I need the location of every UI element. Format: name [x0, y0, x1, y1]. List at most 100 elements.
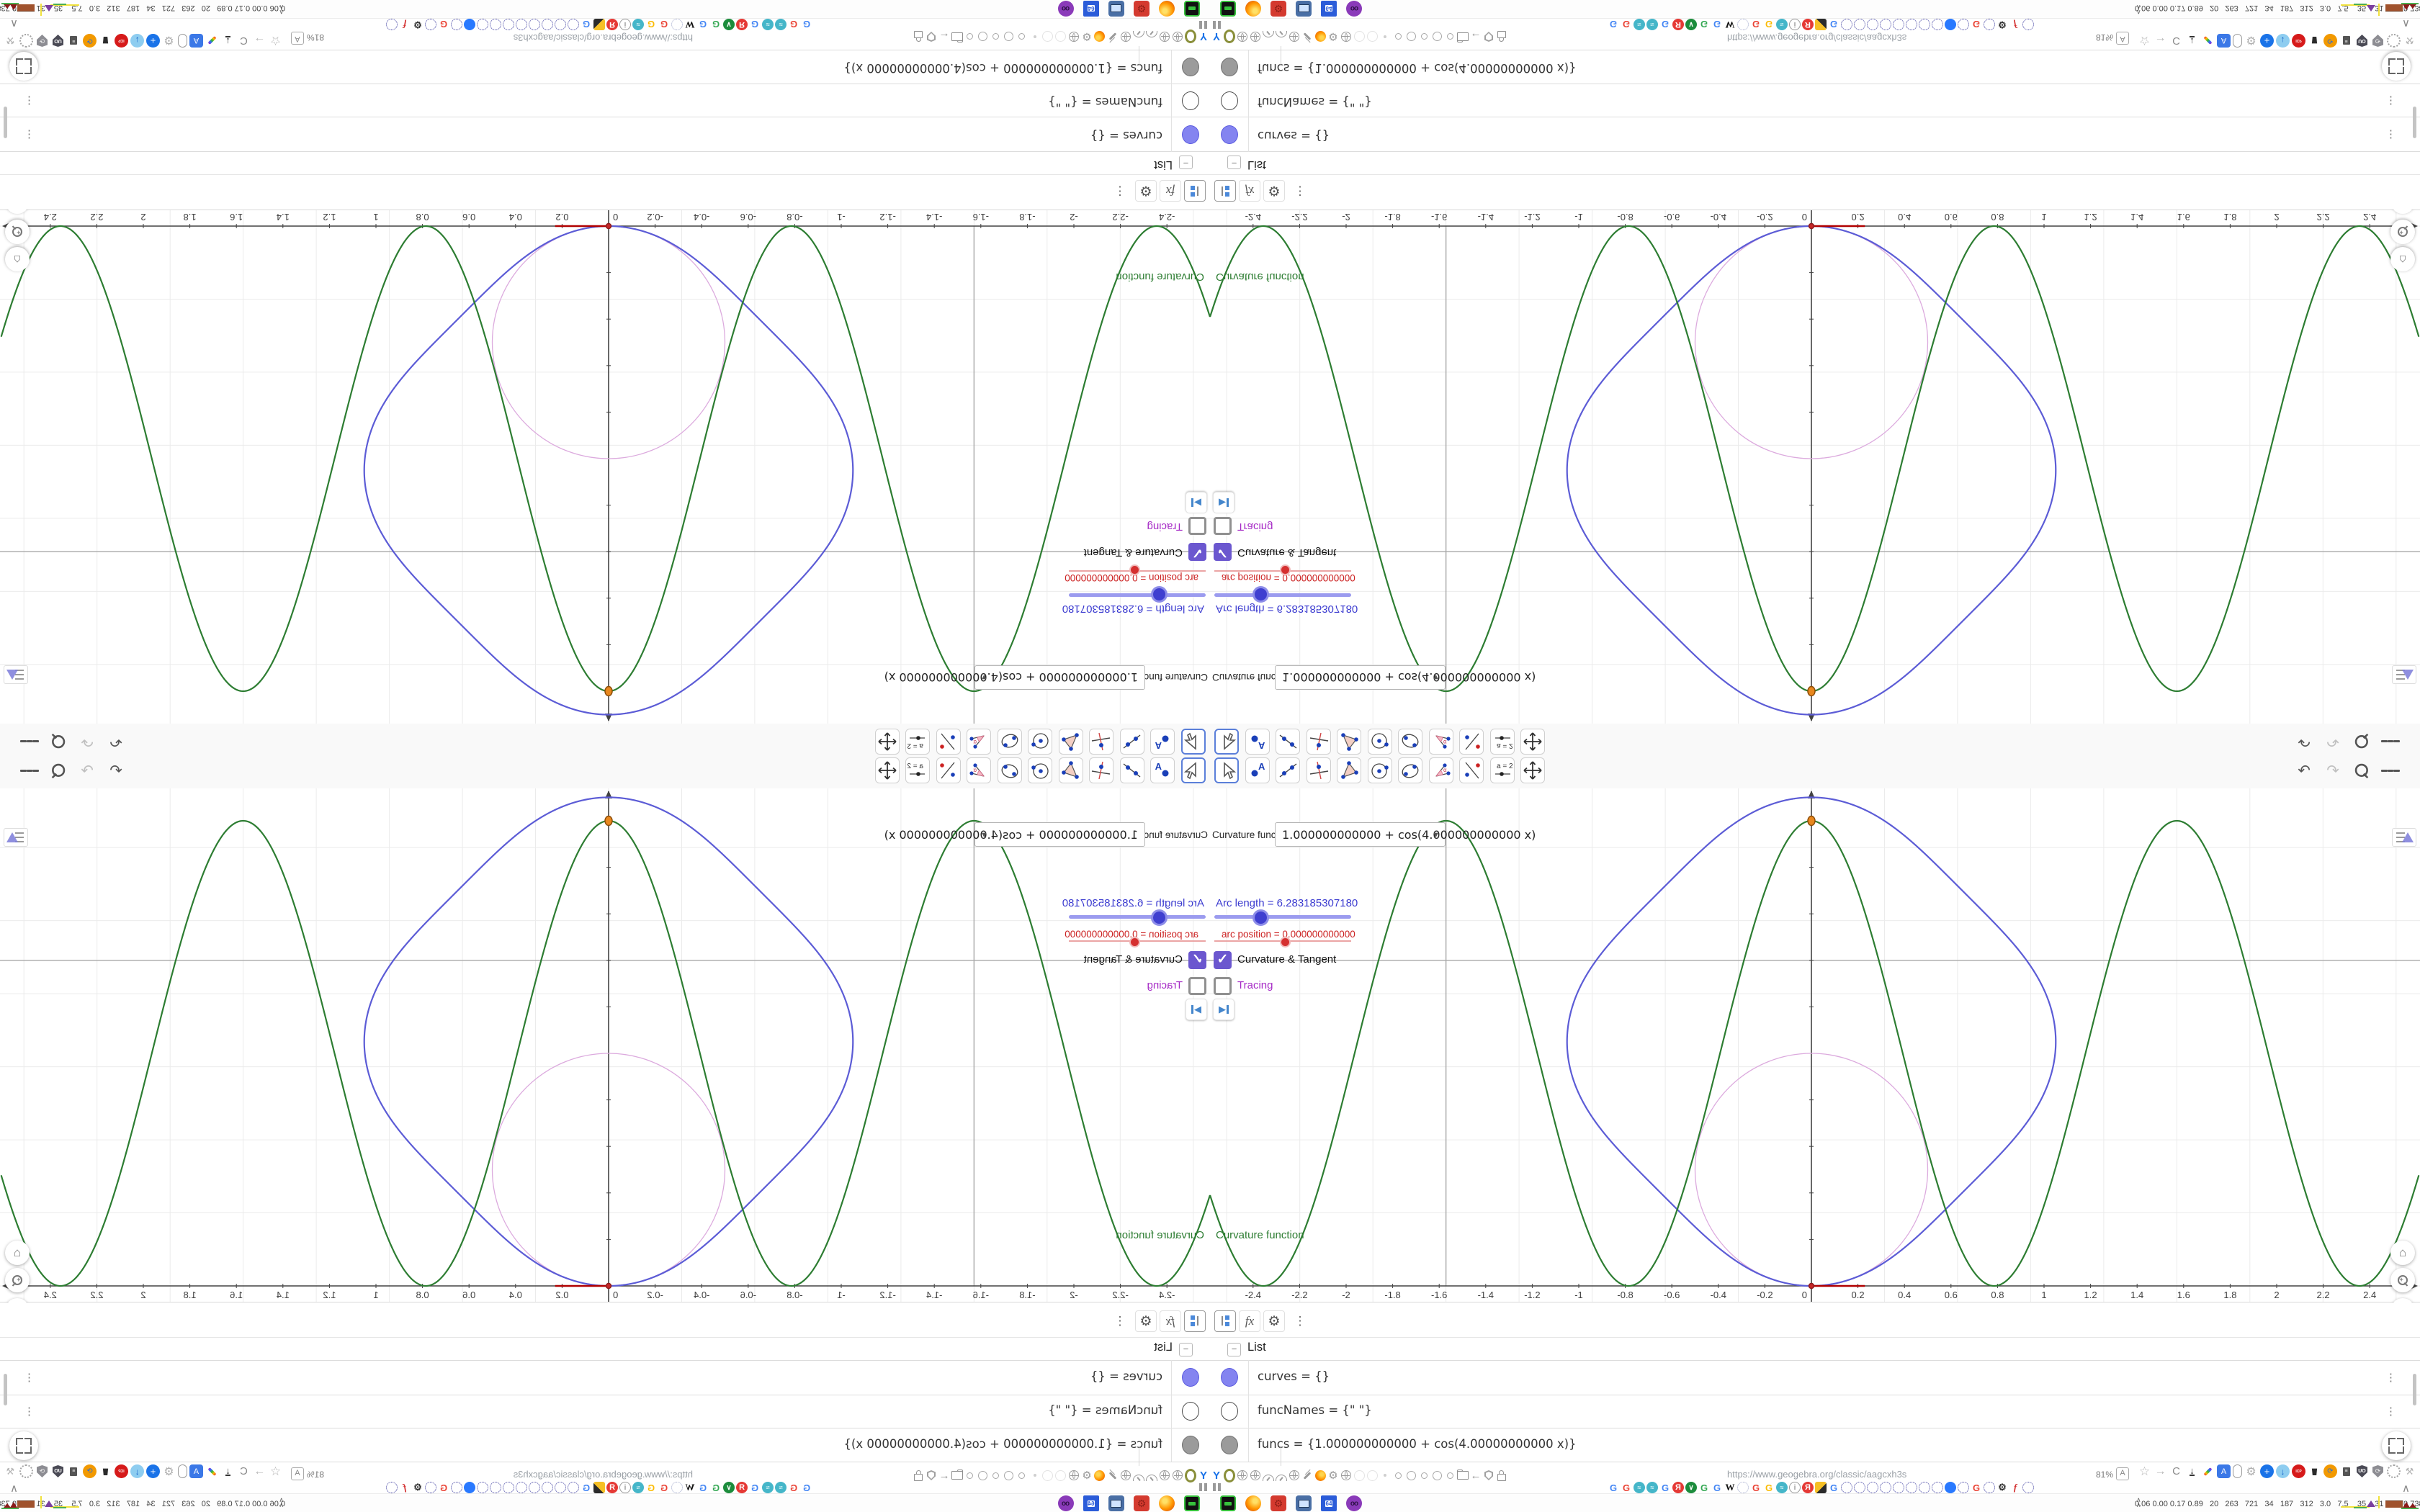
extension-icp-red-icon[interactable]: ICP — [2292, 1464, 2305, 1478]
menu-icon[interactable] — [2381, 732, 2401, 751]
graphics-view[interactable]: -2.4 -2.2 -2 -1.8 -1.6 -1.4 -1.2 -1 -0.8 -0.6 -0.4… — [0, 189, 1210, 724]
tool-point[interactable]: A — [1150, 729, 1175, 755]
favicon-G-yellow[interactable]: G — [1763, 19, 1775, 30]
extension-gear-light-icon[interactable]: ⚙ — [2244, 34, 2258, 48]
favicon-globe-teal[interactable]: ≈ — [632, 19, 644, 30]
favicon-half-yellow[interactable] — [593, 19, 605, 30]
function-dropdown[interactable]: 1.000000000000 + cos(4.000000000000 x) ▼ — [1275, 665, 1536, 690]
tool-point[interactable]: A — [1245, 729, 1270, 755]
favicon-wreath[interactable] — [1880, 19, 1891, 30]
tool-move-graphics[interactable] — [875, 729, 900, 755]
favicon-wreath[interactable] — [1893, 19, 1904, 30]
ring-s-icon[interactable] — [1016, 31, 1028, 42]
globe-icon[interactable] — [1159, 31, 1170, 42]
lock-icon[interactable] — [1496, 1470, 1507, 1481]
ring-m-icon[interactable] — [1431, 1470, 1443, 1481]
globe-icon[interactable] — [1068, 1470, 1080, 1481]
favicon-flower-gray[interactable] — [1737, 19, 1749, 30]
fullscreen-button[interactable] — [2382, 1431, 2411, 1460]
favicon-G-green[interactable]: G — [1698, 19, 1710, 30]
favicon-wreath[interactable] — [516, 19, 527, 30]
row-options-kebab[interactable]: ⋮ — [24, 94, 35, 107]
list-collapse-button[interactable]: − — [1227, 156, 1241, 169]
extension-icp-red-icon[interactable]: ICP — [115, 34, 128, 48]
list-collapse-button[interactable]: − — [1179, 1343, 1193, 1356]
favicon-wreath[interactable] — [1958, 1482, 1969, 1493]
ghost-icon[interactable] — [1042, 31, 1054, 42]
favicon-G-blue[interactable]: G — [749, 1482, 761, 1493]
extension-translate-blue-icon[interactable]: A — [189, 34, 203, 48]
settings-button[interactable]: ⚙ — [1263, 1310, 1285, 1332]
favicon-gear-dark[interactable]: ⚙ — [412, 1482, 424, 1493]
taskbar-app-floppy64[interactable]: 64 — [1321, 1495, 1337, 1511]
object-visibility-dot[interactable] — [1221, 58, 1238, 77]
fullscreen-button[interactable] — [9, 1431, 38, 1460]
favicon-G-blue[interactable]: G — [1828, 19, 1839, 30]
favicon-gear-dark[interactable]: ⚙ — [412, 19, 424, 30]
extension-bin-icon[interactable]: ≡ — [2339, 34, 2353, 48]
graphics-style-toggle-button[interactable] — [2392, 828, 2416, 847]
extension-down-blue-icon[interactable]: ↓ — [130, 34, 144, 48]
wrench-icon[interactable] — [1301, 31, 1313, 42]
taskbar-app-red-tool[interactable]: ⚙ — [1270, 1495, 1286, 1511]
object-visibility-dot[interactable] — [1182, 1435, 1199, 1454]
taskbar-app-incognito[interactable]: oo — [1346, 1495, 1362, 1511]
gear-gray-icon[interactable]: ⚙ — [1327, 1470, 1339, 1482]
extension-thumb-icon[interactable]: ⚒ — [4, 34, 17, 48]
arc-length-slider[interactable] — [1069, 915, 1206, 919]
wrench-icon[interactable] — [1107, 31, 1119, 42]
algebra-row-value[interactable]: funcs = {1.000000000000 + cos(4.00000000… — [1258, 1437, 1577, 1451]
arc-length-slider-knob[interactable] — [1151, 909, 1168, 926]
shield-outline-icon[interactable] — [1483, 31, 1494, 42]
favicon-G-blue[interactable]: G — [749, 19, 761, 30]
extension-down-blue-icon[interactable]: ↓ — [130, 1464, 144, 1478]
extension-gear-light-icon[interactable]: ⚙ — [2244, 1464, 2258, 1478]
favicon-wreath[interactable] — [490, 1482, 501, 1493]
undo-icon[interactable]: ↶ — [2295, 732, 2313, 751]
algebra-row-value[interactable]: funcNames = {" "} — [1048, 1403, 1162, 1417]
gauge-icon[interactable] — [1133, 31, 1144, 42]
extension-mouse-oval-icon[interactable] — [2233, 34, 2242, 48]
taskbar-app-incognito[interactable]: oo — [1346, 1, 1362, 17]
extension-translate-blue-icon[interactable]: A — [189, 1464, 203, 1478]
bean-icon[interactable] — [1185, 1468, 1196, 1482]
chevron-up-icon[interactable]: ∧ — [2402, 17, 2410, 30]
curvature-tangent-checkbox[interactable]: ✓ — [1214, 951, 1232, 969]
arrow-left-icon[interactable]: ← — [1470, 31, 1482, 43]
arc-length-slider[interactable] — [1069, 593, 1206, 597]
algebra-row-value[interactable]: curves = {} — [1258, 1369, 1330, 1383]
shield-outline-icon[interactable] — [1483, 1470, 1494, 1481]
tool-move[interactable] — [1181, 757, 1206, 783]
ring-s-icon[interactable] — [1392, 1470, 1404, 1481]
tool-polygon[interactable] — [1059, 757, 1083, 783]
extension-trash-icon[interactable] — [2308, 34, 2321, 48]
favicon-flower-gray[interactable] — [1737, 1482, 1749, 1493]
extension-icp-red-icon[interactable]: ICP — [115, 1464, 128, 1478]
tool-line[interactable] — [1120, 757, 1144, 783]
favicon-W-black[interactable]: W — [684, 1482, 696, 1493]
favicon-wreath[interactable] — [555, 19, 566, 30]
arc-length-slider-knob[interactable] — [1252, 909, 1269, 926]
tool-point[interactable]: A — [1245, 757, 1270, 783]
favicon-G-green[interactable]: G — [1698, 1482, 1710, 1493]
ghost-icon[interactable] — [1353, 31, 1365, 42]
home-button[interactable]: ⌂ — [2390, 247, 2415, 271]
extension-plus-blue-icon[interactable]: + — [2260, 1464, 2274, 1478]
object-visibility-dot[interactable] — [1221, 1368, 1238, 1387]
extension-bin-icon[interactable]: ≡ — [67, 34, 81, 48]
favicon-G-green[interactable]: G — [710, 19, 722, 30]
extension-shield-uo-icon[interactable]: UO — [51, 34, 65, 48]
play-pause-button[interactable]: ▶ — [1186, 492, 1207, 513]
row-options-kebab[interactable]: ⋮ — [24, 1405, 35, 1418]
address-bar-url[interactable]: https://www.geogebra.org/classic/aagcxh3… — [1727, 1469, 1906, 1480]
search-icon[interactable] — [2352, 732, 2371, 751]
extension-refresh-icon[interactable]: C — [2169, 1464, 2183, 1478]
favicon-ya[interactable]: Я — [736, 1482, 748, 1493]
favicon-wreath[interactable] — [1867, 1482, 1878, 1493]
favicon-globe-teal[interactable]: ≈ — [775, 19, 786, 30]
taskbar-app-screenshot[interactable] — [1108, 1495, 1124, 1511]
graphics-view[interactable]: -2.4 -2.2 -2 -1.8 -1.6 -1.4 -1.2 -1 -0.8 -0.6 -0.4… — [0, 788, 1210, 1323]
favicon-globe-teal[interactable]: ≈ — [1776, 1482, 1788, 1493]
tool-move[interactable] — [1214, 757, 1239, 783]
favicon-wreath[interactable] — [516, 1482, 527, 1493]
